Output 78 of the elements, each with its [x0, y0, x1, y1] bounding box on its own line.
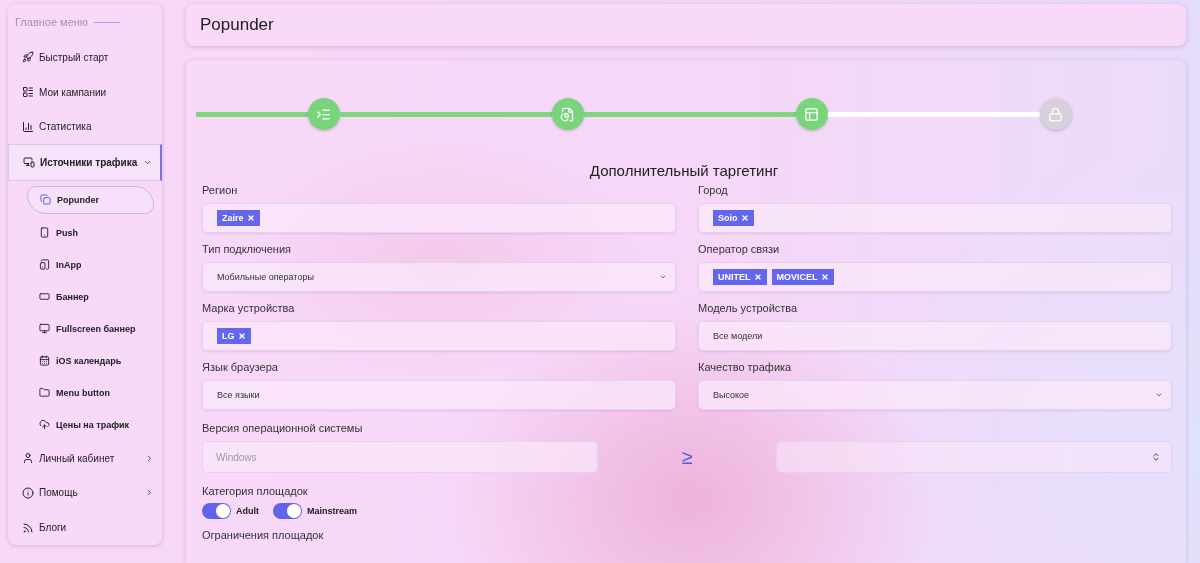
user-icon: [22, 452, 34, 465]
info-icon: [22, 486, 34, 499]
field-label: Ограничения площадок: [202, 529, 325, 541]
nav-item[interactable]: Личный кабинет: [8, 440, 162, 476]
nav-item[interactable]: Блоги: [8, 510, 162, 545]
caret-icon: [659, 273, 667, 281]
tag-field[interactable]: Zaire: [202, 203, 676, 233]
toggle-label: Adult: [236, 506, 259, 516]
lock-icon: [1048, 106, 1064, 122]
tag-chip[interactable]: UNITEL: [713, 269, 767, 285]
field-label: Город: [698, 184, 729, 196]
tag-chip[interactable]: MOVICEL: [771, 269, 834, 285]
rocket-icon: [22, 51, 34, 64]
tag-field[interactable]: UNITEL MOVICEL: [698, 262, 1172, 292]
stepper-icon[interactable]: [1151, 452, 1161, 462]
tag-field[interactable]: LG: [202, 321, 676, 351]
devices-icon: [23, 156, 35, 169]
nav-item[interactable]: Помощь: [8, 475, 162, 511]
tablet-icon: [39, 259, 50, 271]
sub-nav-item[interactable]: Menu button: [27, 379, 154, 406]
phone-icon: [39, 227, 50, 239]
layout-icon: [804, 106, 820, 122]
sub-nav-item[interactable]: Push: [27, 219, 154, 246]
toggle-switch[interactable]: [273, 503, 302, 519]
section-title: Дополнительный таргетинг: [588, 162, 780, 179]
field-label: Язык браузера: [202, 361, 279, 373]
tag-chip[interactable]: LG: [217, 328, 251, 344]
windows-icon: [40, 194, 51, 206]
toggle-label: Mainstream: [307, 506, 358, 516]
nav-item[interactable]: Источники трафика: [8, 144, 162, 181]
select-field[interactable]: Высокое: [698, 380, 1172, 410]
nav-item[interactable]: Быстрый старт: [8, 40, 162, 75]
list-icon: [22, 86, 34, 99]
select-field[interactable]: Мобильные операторы: [202, 262, 676, 292]
field-label: Категория площадок: [202, 485, 309, 497]
sub-nav-item[interactable]: iOS календарь: [27, 347, 154, 374]
chevron-icon: [145, 488, 154, 498]
sub-nav-item[interactable]: InApp: [27, 251, 154, 278]
tag-field[interactable]: Soio: [698, 203, 1172, 233]
remove-icon[interactable]: [740, 214, 749, 222]
field-label: Версия операционной системы: [202, 422, 364, 434]
calendar-icon: [39, 355, 50, 367]
sub-nav-item[interactable]: Баннер: [27, 283, 154, 310]
nav-item[interactable]: Мои кампании: [8, 74, 162, 110]
tag-chip[interactable]: Soio: [713, 210, 754, 226]
bar-chart-icon: [22, 120, 34, 133]
field-label: Марка устройства: [202, 302, 296, 314]
sub-nav-item[interactable]: Popunder: [27, 185, 154, 214]
number-field[interactable]: [776, 441, 1172, 473]
list-icon: [316, 106, 332, 122]
sub-nav-item[interactable]: Цены на трафик: [27, 411, 154, 438]
remove-icon[interactable]: [237, 332, 246, 340]
field-label: Регион: [202, 184, 239, 196]
document-chart-icon: [560, 106, 576, 122]
nav-item[interactable]: Статистика: [8, 109, 162, 145]
tag-chip[interactable]: Zaire: [217, 210, 260, 226]
remove-icon[interactable]: [820, 273, 829, 281]
operator-sign: ≥: [680, 445, 694, 469]
field-label: Модель устройства: [698, 302, 799, 314]
chevron-icon: [145, 453, 154, 463]
sub-nav-item[interactable]: Fullscreen баннер: [27, 315, 154, 342]
field-label: Качество трафика: [698, 361, 793, 373]
folder-icon: [39, 387, 50, 399]
field-label: Тип подключения: [202, 243, 293, 255]
input-field[interactable]: Все языки: [202, 380, 676, 410]
input-field[interactable]: Все модели: [698, 321, 1172, 351]
monitor-icon: [39, 323, 50, 335]
field-label: Оператор связи: [698, 243, 781, 255]
remove-icon[interactable]: [753, 273, 762, 281]
banner-icon: [39, 291, 50, 303]
rss-icon: [22, 521, 34, 534]
caret-icon: [1155, 391, 1163, 399]
input-field[interactable]: Windows: [202, 441, 598, 473]
remove-icon[interactable]: [246, 214, 255, 222]
menu-heading: Главное меню: [15, 16, 89, 28]
cloud-icon: [39, 419, 50, 431]
page-title: Popunder: [186, 4, 1186, 46]
toggle-switch[interactable]: [202, 503, 231, 519]
